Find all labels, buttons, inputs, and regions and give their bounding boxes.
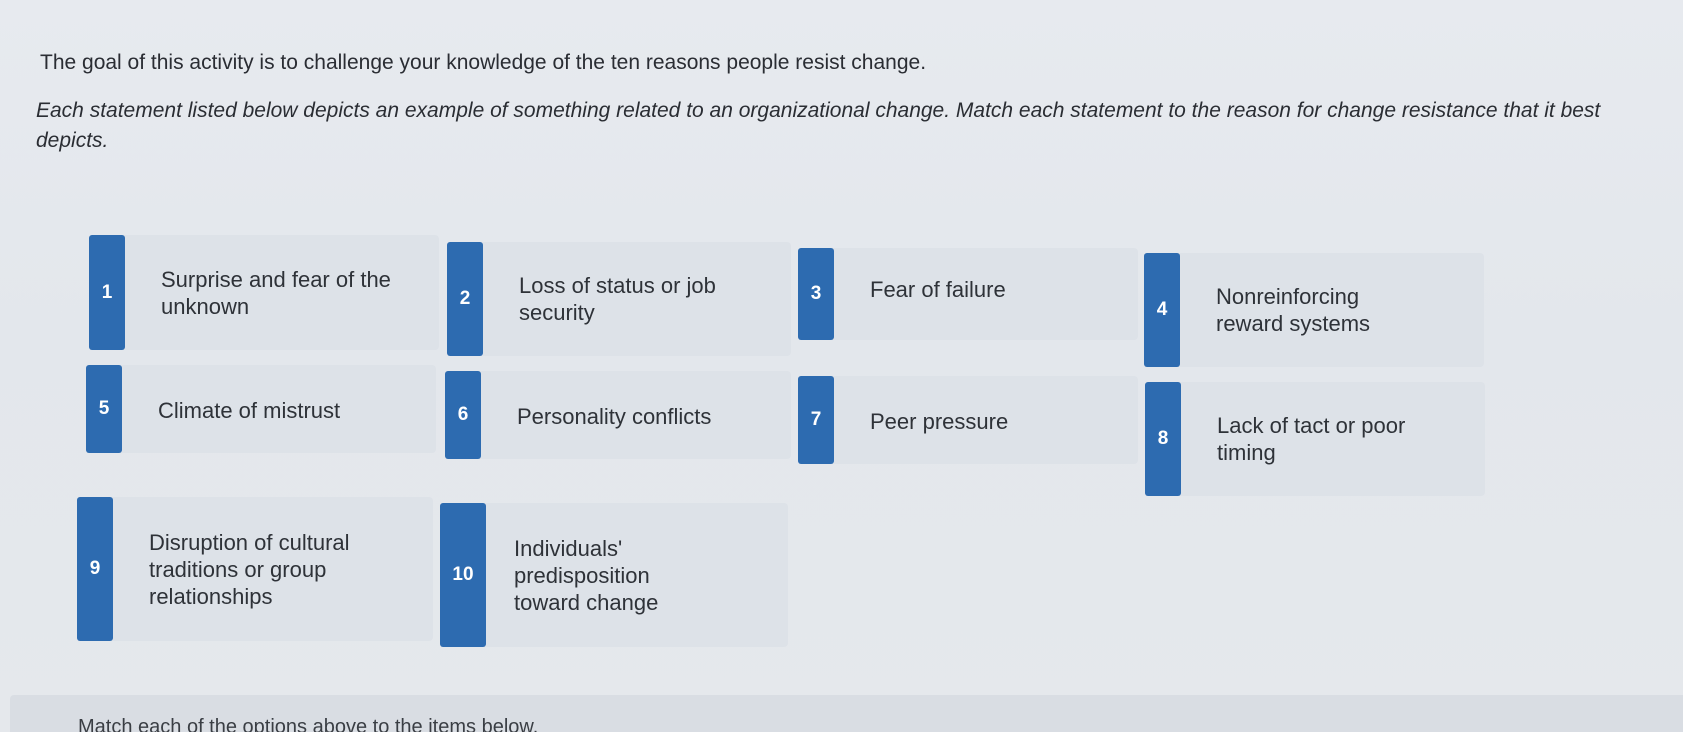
option-label: Individuals' predisposition toward chang… (514, 535, 659, 615)
option-card-1[interactable]: 1 Surprise and fear of the unknown (89, 235, 439, 350)
option-card-3[interactable]: 3 Fear of failure (798, 248, 1138, 340)
option-card-5[interactable]: 5 Climate of mistrust (86, 365, 436, 453)
option-card-9[interactable]: 9 Disruption of cultural traditions or g… (77, 497, 433, 641)
option-card-2[interactable]: 2 Loss of status or job security (447, 242, 791, 356)
option-card-6[interactable]: 6 Personality conflicts (445, 371, 791, 459)
option-label: Disruption of cultural traditions or gro… (149, 529, 350, 609)
activity-goal-text: The goal of this activity is to challeng… (40, 51, 927, 74)
option-card-7[interactable]: 7 Peer pressure (798, 376, 1138, 464)
option-number-badge: 4 (1144, 253, 1180, 367)
option-number-badge: 3 (798, 248, 834, 340)
option-card-4[interactable]: 4 Nonreinforcing reward systems (1144, 253, 1484, 367)
option-label: Lack of tact or poor timing (1217, 413, 1406, 465)
option-number-badge: 1 (89, 235, 125, 350)
option-label: Peer pressure (870, 409, 1009, 434)
option-number-badge: 9 (77, 497, 113, 641)
option-label: Surprise and fear of the unknown (161, 266, 391, 319)
match-prompt-text: Match each of the options above to the i… (78, 716, 539, 732)
option-label: Personality conflicts (517, 404, 712, 429)
option-card-8[interactable]: 8 Lack of tact or poor timing (1145, 382, 1485, 496)
option-card-10[interactable]: 10 Individuals' predisposition toward ch… (440, 503, 788, 647)
option-number-badge: 2 (447, 242, 483, 356)
option-label: Nonreinforcing reward systems (1216, 284, 1371, 336)
option-label: Fear of failure (870, 277, 1006, 302)
option-number-badge: 10 (440, 503, 486, 647)
option-number-badge: 5 (86, 365, 122, 453)
option-label: Climate of mistrust (158, 398, 341, 423)
option-label: Loss of status or job security (519, 273, 716, 325)
option-number-badge: 8 (1145, 382, 1181, 496)
activity-instructions: Each statement listed below depicts an e… (36, 99, 1601, 152)
option-number-badge: 6 (445, 371, 481, 459)
option-number-badge: 7 (798, 376, 834, 464)
